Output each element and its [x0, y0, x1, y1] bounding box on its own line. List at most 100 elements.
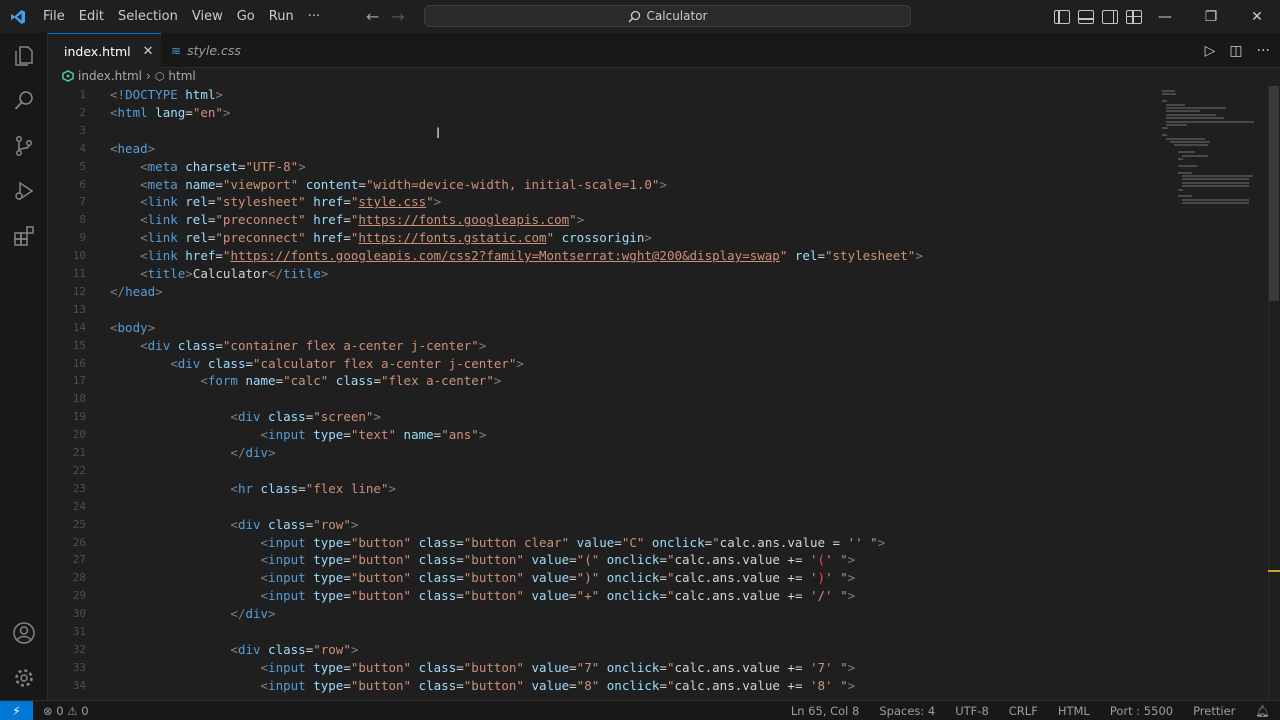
run-debug-icon[interactable] [0, 168, 48, 213]
scrollbar-thumb[interactable] [1269, 86, 1279, 301]
menu-selection[interactable]: Selection [111, 0, 185, 33]
code-line[interactable]: 14 <body> [48, 319, 1148, 337]
code-token: "row" [313, 516, 351, 532]
code-line[interactable]: 32 <div class="row"> [48, 641, 1148, 659]
code-line[interactable]: 29 <input type="button" class="button" v… [48, 587, 1148, 605]
code-line[interactable]: 1 <!DOCTYPE html> [48, 86, 1148, 104]
menu-more[interactable]: ··· [301, 0, 327, 33]
code-line[interactable]: 25 <div class="row"> [48, 516, 1148, 534]
remote-indicator-icon[interactable]: ⚡ [0, 700, 33, 720]
notifications-bell-icon[interactable]: 🔔︎ [1245, 704, 1280, 718]
search-icon[interactable] [0, 78, 48, 123]
tab-index-html[interactable]: index.html ✕ [48, 33, 161, 68]
code-line[interactable]: 7 <link rel="stylesheet" href="style.css… [48, 193, 1148, 211]
minimap[interactable] [1158, 86, 1268, 216]
code-line[interactable]: 18 [48, 390, 1148, 408]
code-line[interactable]: 22 [48, 462, 1148, 480]
line-number: 17 [72, 374, 86, 388]
code-line[interactable]: 24 [48, 498, 1148, 516]
breadcrumb-file[interactable]: index.html [78, 69, 142, 83]
live-server-port-status[interactable]: Port : 5500 [1100, 704, 1183, 718]
code-text: </div> [110, 444, 275, 462]
prettier-status[interactable]: Prettier [1183, 704, 1245, 718]
source-control-icon[interactable] [0, 123, 48, 168]
code-token: input [268, 552, 306, 568]
code-text: <div class="calculator flex a-center j-c… [110, 355, 524, 373]
code-line[interactable]: 16 <div class="calculator flex a-center … [48, 355, 1148, 373]
code-line[interactable]: 31 [48, 623, 1148, 641]
problems-status[interactable]: ⊗ 0 ⚠ 0 [43, 704, 89, 718]
code-line[interactable]: 9 <link rel="preconnect" href="https://f… [48, 229, 1148, 247]
code-line[interactable]: 20 <input type="text" name="ans"> [48, 426, 1148, 444]
back-arrow-icon[interactable]: ← [366, 7, 379, 26]
code-line[interactable]: 30 </div> [48, 605, 1148, 623]
minimize-button[interactable]: — [1142, 0, 1188, 33]
menu-edit[interactable]: Edit [72, 0, 111, 33]
toggle-primary-sidebar-icon[interactable] [1054, 9, 1070, 24]
code-token: = [659, 552, 667, 568]
line-number: 26 [72, 535, 86, 549]
explorer-icon[interactable] [0, 33, 48, 78]
accounts-icon[interactable] [0, 610, 48, 655]
code-line[interactable]: 8 <link rel="preconnect" href="https://f… [48, 211, 1148, 229]
customize-layout-icon[interactable] [1126, 9, 1142, 24]
restore-button[interactable]: ❐ [1188, 0, 1234, 33]
more-actions-icon[interactable]: ··· [1257, 43, 1270, 59]
toggle-panel-icon[interactable] [1078, 9, 1094, 24]
code-token: "flex a-center" [380, 373, 494, 389]
close-window-button[interactable]: ✕ [1234, 0, 1280, 33]
command-center-search[interactable]: Calculator [424, 5, 911, 27]
extensions-icon[interactable] [0, 213, 48, 258]
run-file-icon[interactable]: ▷ [1205, 43, 1216, 59]
code-line[interactable]: 28 <input type="button" class="button" v… [48, 569, 1148, 587]
code-token: > [915, 248, 923, 264]
code-line[interactable]: 34 <input type="button" class="button" v… [48, 677, 1148, 695]
code-token: '7' " [810, 659, 848, 675]
menu-file[interactable]: File [36, 0, 72, 33]
code-line[interactable]: 3 [48, 122, 1148, 140]
toggle-secondary-sidebar-icon[interactable] [1102, 9, 1118, 24]
eol-status[interactable]: CRLF [999, 704, 1048, 718]
line-number: 28 [72, 571, 86, 585]
code-line[interactable]: 5 <meta charset="UTF-8"> [48, 158, 1148, 176]
code-line[interactable]: 23 <hr class="flex line"> [48, 480, 1148, 498]
code-line[interactable]: 2 <html lang="en"> [48, 104, 1148, 122]
line-number: 1 [79, 88, 86, 101]
code-line[interactable]: 4 <head> [48, 140, 1148, 158]
code-token: < [110, 104, 118, 120]
code-token: class [411, 534, 457, 550]
code-token: class [260, 641, 306, 657]
close-tab-icon[interactable]: ✕ [143, 44, 154, 59]
tab-style-css[interactable]: ≋ style.css [161, 33, 251, 68]
menu-run[interactable]: Run [262, 0, 301, 33]
code-token: calc.ans.value += [674, 659, 810, 675]
forward-arrow-icon[interactable]: → [391, 7, 404, 26]
menu-view[interactable]: View [185, 0, 230, 33]
code-line[interactable]: 26 <input type="button" class="button cl… [48, 534, 1148, 552]
code-line[interactable]: 6 <meta name="viewport" content="width=d… [48, 176, 1148, 194]
code-line[interactable]: 19 <div class="screen"> [48, 408, 1148, 426]
code-line[interactable]: 10 <link href="https://fonts.googleapis.… [48, 247, 1148, 265]
code-line[interactable]: 17 <form name="calc" class="flex a-cente… [48, 372, 1148, 390]
code-line[interactable]: 27 <input type="button" class="button" v… [48, 551, 1148, 569]
code-line[interactable]: 13 [48, 301, 1148, 319]
encoding-status[interactable]: UTF-8 [945, 704, 999, 718]
code-line[interactable]: 21 </div> [48, 444, 1148, 462]
breadcrumb-symbol[interactable]: html [168, 69, 195, 83]
manage-gear-icon[interactable] [0, 655, 48, 700]
code-line[interactable]: 15 <div class="container flex a-center j… [48, 337, 1148, 355]
menu-go[interactable]: Go [230, 0, 262, 33]
code-line[interactable]: 33 <input type="button" class="button" v… [48, 659, 1148, 677]
language-mode-status[interactable]: HTML [1048, 704, 1100, 718]
line-number: 8 [79, 213, 86, 227]
code-line[interactable]: 12 </head> [48, 283, 1148, 301]
code-text: <input type="button" class="button" valu… [110, 551, 856, 569]
code-token: "button" [350, 588, 412, 604]
editor-scrollbar[interactable] [1268, 86, 1280, 700]
code-line[interactable]: 11 <title>Calculator</title> [48, 265, 1148, 283]
split-editor-icon[interactable]: ◫ [1229, 43, 1242, 59]
indentation-status[interactable]: Spaces: 4 [869, 704, 945, 718]
code-editor[interactable]: 1 <!DOCTYPE html> 2 <html lang="en"> 3 4 <head… [48, 86, 1268, 700]
cursor-position-status[interactable]: Ln 65, Col 8 [781, 704, 870, 718]
